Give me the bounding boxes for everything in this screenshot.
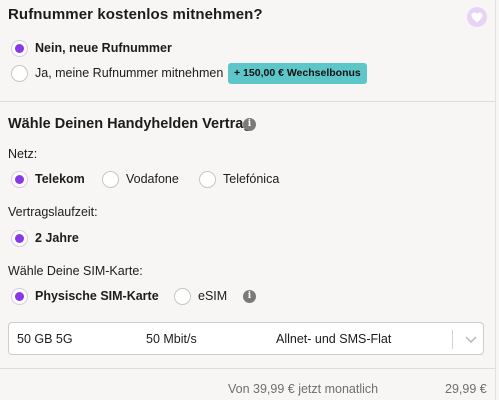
monthly-price: 29,99 € — [445, 382, 487, 396]
old-price-text: Von 39,99 € jetzt monatlich — [228, 382, 379, 396]
radio-physical-sim-label[interactable]: Physische SIM-Karte — [35, 289, 159, 304]
radio-telekom-label[interactable]: Telekom — [35, 172, 85, 187]
radio-keep-number-label[interactable]: Ja, meine Rufnummer mitnehmen — [35, 66, 223, 81]
radio-vodafone-label[interactable]: Vodafone — [126, 172, 179, 187]
bonus-badge: + 150,00 € Wechselbonus — [228, 63, 367, 84]
sim-label: Wähle Deine SIM-Karte: — [8, 264, 143, 278]
radio-esim-label[interactable]: eSIM — [198, 289, 227, 304]
number-section-title: Rufnummer kostenlos mitnehmen? — [8, 6, 263, 23]
term-label: Vertragslaufzeit: — [8, 205, 98, 219]
radio-telefonica-label[interactable]: Telefónica — [223, 172, 279, 187]
radio-2-years[interactable] — [11, 230, 28, 247]
radio-physical-sim[interactable] — [11, 288, 28, 305]
radio-2-years-label[interactable]: 2 Jahre — [35, 231, 79, 246]
radio-new-number[interactable] — [11, 40, 28, 57]
info-icon[interactable]: i — [243, 118, 256, 131]
chevron-down-icon — [465, 336, 477, 344]
esim-info-icon[interactable]: i — [243, 290, 256, 303]
select-separator — [452, 330, 453, 349]
tariff-select[interactable]: 50 GB 5G 50 Mbit/s Allnet- und SMS-Flat — [8, 322, 484, 355]
right-edge-divider — [495, 0, 496, 400]
tariff-flat: Allnet- und SMS-Flat — [276, 332, 392, 346]
heart-icon — [471, 12, 483, 22]
contract-section-title: Wähle Deinen Handyhelden Vertrag — [8, 116, 253, 132]
favorite-button[interactable] — [467, 7, 487, 27]
radio-telefonica[interactable] — [199, 171, 216, 188]
network-label: Netz: — [8, 147, 38, 161]
radio-keep-number[interactable] — [11, 65, 28, 82]
radio-telekom[interactable] — [11, 171, 28, 188]
tariff-speed: 50 Mbit/s — [146, 332, 197, 346]
radio-new-number-label[interactable]: Nein, neue Rufnummer — [35, 41, 172, 56]
section-divider — [0, 101, 495, 102]
tariff-data: 50 GB 5G — [17, 332, 73, 346]
footer-divider — [0, 368, 495, 369]
radio-vodafone[interactable] — [102, 171, 119, 188]
radio-esim[interactable] — [174, 288, 191, 305]
